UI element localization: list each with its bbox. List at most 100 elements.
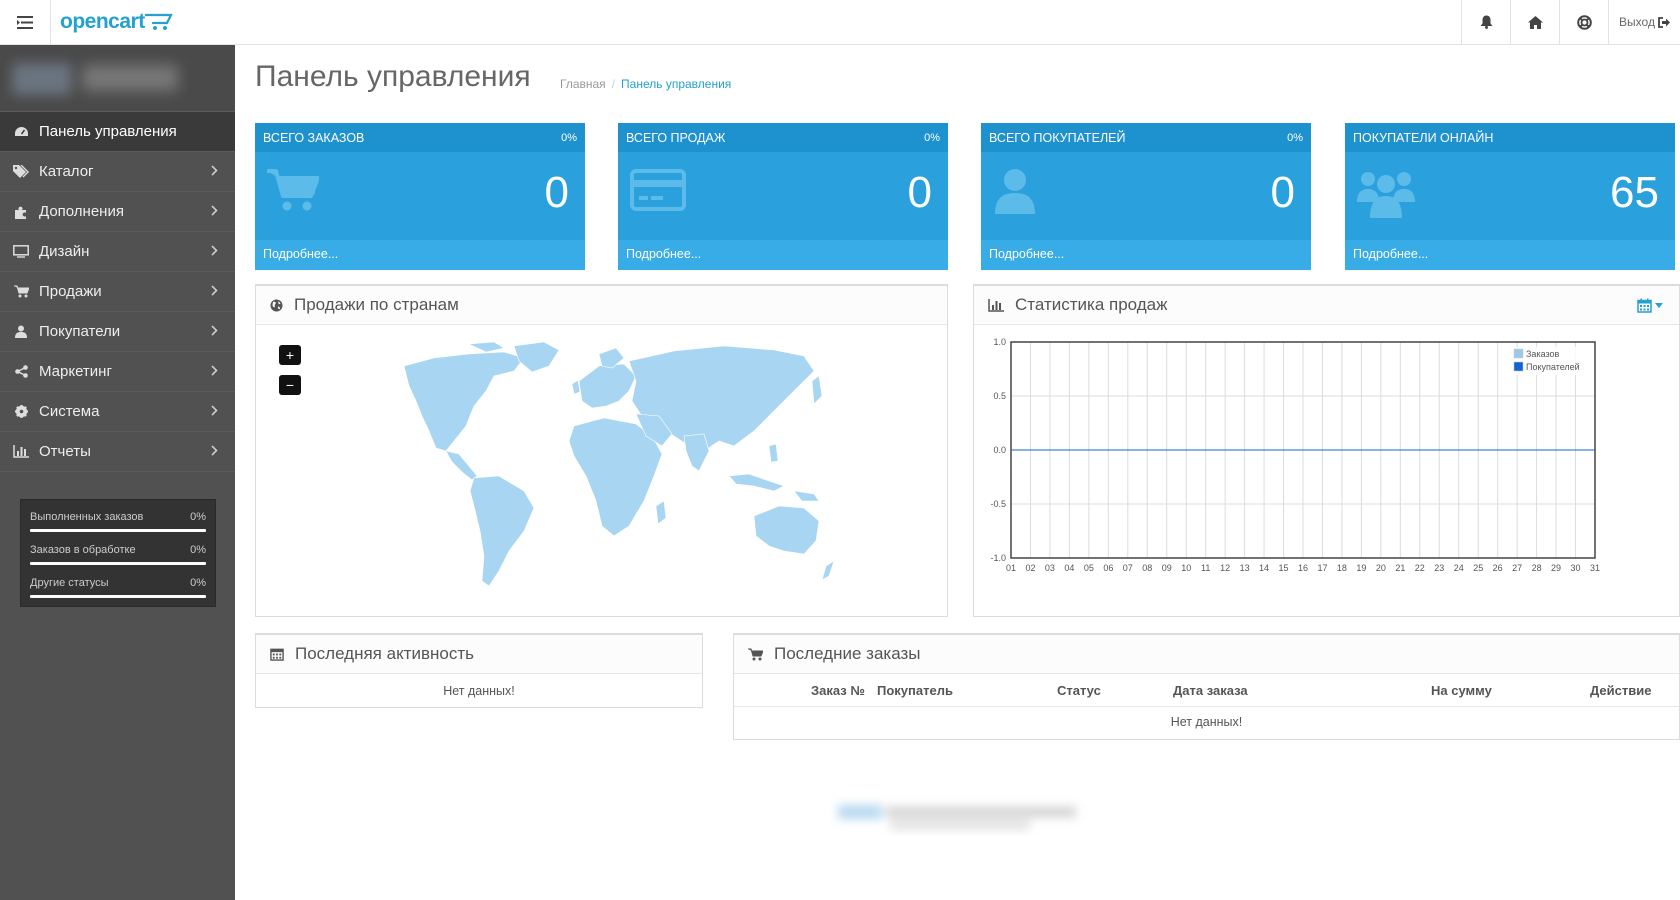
x-tick-label: 03	[1045, 563, 1055, 573]
user-profile[interactable]	[0, 45, 235, 112]
map-zoom-in-button[interactable]: +	[279, 345, 301, 365]
column-date[interactable]: Дата заказа	[1173, 683, 1248, 698]
tags-icon	[13, 165, 29, 178]
map-new-zealand	[821, 560, 834, 581]
sidebar-item-label: Покупатели	[39, 323, 121, 340]
cart-icon	[748, 648, 763, 660]
column-total[interactable]: На сумму	[1431, 683, 1492, 698]
x-tick-label: 07	[1123, 563, 1133, 573]
x-tick-label: 04	[1064, 563, 1074, 573]
progress-percent: 0%	[190, 544, 206, 556]
x-tick-label: 28	[1532, 563, 1542, 573]
progress-bar	[30, 529, 206, 532]
map-png	[793, 490, 820, 502]
monitor-icon	[13, 245, 29, 258]
user-name-blurred	[82, 65, 178, 91]
x-tick-label: 29	[1551, 563, 1561, 573]
help-button[interactable]	[1559, 0, 1608, 44]
opencart-logo[interactable]: opencart	[60, 8, 173, 36]
calendar-icon	[270, 648, 284, 661]
tile-value: 0	[907, 168, 932, 217]
tile-more-link[interactable]: Подробнее...	[981, 240, 1311, 270]
map-indonesia	[728, 473, 785, 492]
tile-title: ВСЕГО ПОКУПАТЕЛЕЙ	[989, 130, 1126, 145]
chevron-right-icon	[211, 365, 218, 376]
sidebar-item-customers[interactable]: Покупатели	[0, 312, 235, 352]
column-status[interactable]: Статус	[1057, 683, 1101, 698]
tile-value: 0	[1270, 168, 1295, 217]
tile-percent: 0%	[561, 131, 577, 144]
x-tick-label: 14	[1259, 563, 1269, 573]
sidebar-item-extensions[interactable]: Дополнения	[0, 192, 235, 232]
panel-title: Последние заказы	[774, 644, 921, 663]
puzzle-icon	[15, 206, 26, 219]
tile-title: ВСЕГО ПРОДАЖ	[626, 130, 726, 145]
chevron-right-icon	[211, 445, 218, 456]
x-tick-label: 23	[1434, 563, 1444, 573]
chevron-right-icon	[211, 205, 218, 216]
sidebar-item-design[interactable]: Дизайн	[0, 232, 235, 272]
shopping-cart-icon	[267, 169, 319, 211]
sidebar-item-label: Панель управления	[39, 123, 177, 140]
progress-completed: Выполненных заказов 0%	[30, 508, 206, 541]
sidebar-item-system[interactable]: Система	[0, 392, 235, 432]
sidebar-item-sales[interactable]: Продажи	[0, 272, 235, 312]
notifications-button[interactable]	[1461, 0, 1510, 44]
chevron-right-icon	[211, 285, 218, 296]
breadcrumb-separator: /	[611, 77, 616, 91]
column-customer[interactable]: Покупатель	[877, 683, 953, 698]
tile-total-customers: ВСЕГО ПОКУПАТЕЛЕЙ 0% 0 Подробнее...	[981, 123, 1311, 270]
breadcrumb-home-link[interactable]: Главная	[560, 77, 606, 91]
menu-toggle-button[interactable]	[0, 0, 51, 44]
sales-by-country-panel: Продажи по странам + −	[255, 284, 948, 617]
x-tick-label: 01	[1006, 563, 1016, 573]
x-tick-label: 21	[1395, 563, 1405, 573]
x-tick-label: 15	[1279, 563, 1289, 573]
x-tick-label: 10	[1181, 563, 1191, 573]
chevron-right-icon	[211, 245, 218, 256]
map-greenland	[513, 341, 560, 373]
map-zoom-out-button[interactable]: −	[279, 375, 301, 395]
map-canada-islands	[467, 341, 505, 353]
sidebar-item-dashboard[interactable]: Панель управления	[0, 112, 235, 152]
legend-swatch	[1513, 361, 1524, 372]
map-madagascar	[655, 500, 667, 525]
map-uk	[571, 379, 581, 395]
main-content: Панель управления Главная / Панель управ…	[235, 45, 1680, 900]
sales-statistics-panel: Статистика продаж 1.0 0.5 0.0 -0.5 -1.0 01 02 0…	[973, 284, 1680, 617]
tile-more-link[interactable]: Подробнее...	[1345, 240, 1675, 270]
empty-message: Нет данных!	[1170, 715, 1243, 729]
page-title: Панель управления	[255, 60, 531, 93]
sidebar-item-reports[interactable]: Отчеты	[0, 432, 235, 472]
breadcrumb-current-link[interactable]: Панель управления	[621, 77, 731, 91]
progress-processing: Заказов в обработке 0%	[30, 541, 206, 574]
progress-other: Другие статусы 0%	[30, 574, 206, 607]
cart-icon	[13, 285, 29, 298]
tile-more-link[interactable]: Подробнее...	[255, 240, 585, 270]
x-tick-label: 24	[1454, 563, 1464, 573]
sidebar-item-catalog[interactable]: Каталог	[0, 152, 235, 192]
tile-total-orders: ВСЕГО ЗАКАЗОВ 0% 0 Подробнее...	[255, 123, 585, 270]
legend-swatch	[1513, 348, 1524, 359]
column-order-id[interactable]: Заказ №	[811, 683, 865, 698]
map-india	[683, 433, 710, 472]
sidebar-item-marketing[interactable]: Маркетинг	[0, 352, 235, 392]
legend-label: Покупателей	[1526, 362, 1580, 372]
column-action: Действие	[1590, 683, 1652, 698]
logo-text: opencart	[60, 10, 145, 33]
chevron-right-icon	[211, 325, 218, 336]
progress-bar	[30, 562, 206, 565]
progress-label: Выполненных заказов	[30, 511, 144, 523]
world-map[interactable]	[374, 336, 834, 606]
progress-percent: 0%	[190, 577, 206, 589]
tile-title: ПОКУПАТЕЛИ ОНЛАЙН	[1353, 130, 1494, 145]
latest-activity-panel: Последняя активность Нет данных!	[255, 633, 703, 708]
bell-icon	[1480, 15, 1492, 29]
tile-more-link[interactable]: Подробнее...	[618, 240, 948, 270]
store-home-button[interactable]	[1510, 0, 1559, 44]
date-range-dropdown[interactable]	[1637, 298, 1663, 313]
credit-card-icon	[630, 169, 686, 211]
life-ring-icon	[1576, 14, 1592, 30]
logout-button[interactable]: Выход	[1608, 0, 1680, 44]
map-south-america	[469, 475, 535, 587]
